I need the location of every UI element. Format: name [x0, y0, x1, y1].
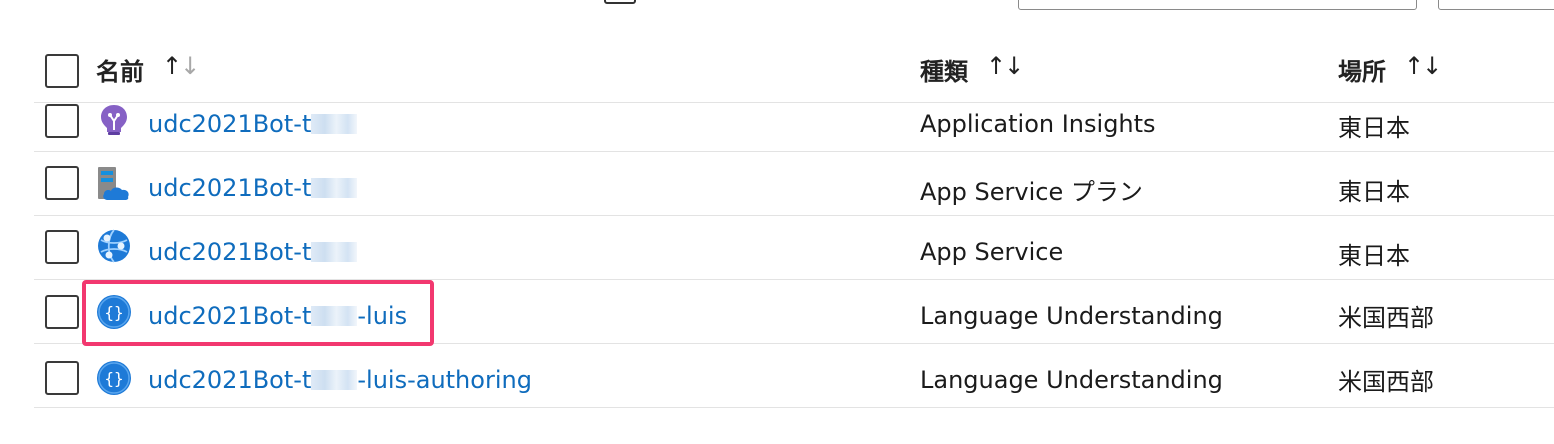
- top-toolbar-checkbox[interactable]: [604, 0, 636, 4]
- sort-type-icon[interactable]: ↑↓: [986, 52, 1024, 80]
- row-checkbox[interactable]: [45, 230, 79, 264]
- resource-type: App Service プラン: [920, 178, 1143, 206]
- lightbulb-icon: [101, 105, 127, 135]
- table-row[interactable]: udc2021Bot-t App Service プラン 東日本: [34, 152, 1554, 216]
- cognitive-services-icon: {}: [97, 361, 131, 395]
- sort-location-icon[interactable]: ↑↓: [1404, 52, 1442, 80]
- resource-name-link[interactable]: udc2021Bot-t: [148, 174, 358, 202]
- row-checkbox[interactable]: [45, 166, 79, 200]
- column-header-name[interactable]: 名前: [96, 52, 144, 87]
- resource-type: Application Insights: [920, 110, 1156, 138]
- row-checkbox[interactable]: [45, 104, 79, 138]
- row-checkbox[interactable]: [45, 295, 79, 329]
- app-service-icon: [98, 229, 130, 263]
- app-service-plan-icon: [98, 167, 129, 200]
- filter-dropdown[interactable]: [1438, 0, 1554, 10]
- column-header-type[interactable]: 種類: [920, 52, 968, 87]
- column-header-location[interactable]: 場所: [1338, 52, 1386, 87]
- table-row[interactable]: {} udc2021Bot-t -luis-authoring Language …: [34, 344, 1554, 408]
- row-checkbox[interactable]: [45, 361, 79, 395]
- resource-location: 東日本: [1338, 242, 1410, 270]
- resource-location: 米国西部: [1338, 304, 1434, 332]
- redacted-text: [311, 370, 358, 390]
- table-row[interactable]: udc2021Bot-t Application Insights 東日本: [34, 88, 1554, 152]
- table-row[interactable]: udc2021Bot-t App Service 東日本: [34, 216, 1554, 280]
- resource-name-link[interactable]: udc2021Bot-t: [148, 238, 358, 266]
- select-all-checkbox[interactable]: [45, 54, 79, 88]
- resource-location: 東日本: [1338, 178, 1410, 206]
- resource-type: Language Understanding: [920, 366, 1223, 394]
- redacted-text: [311, 178, 358, 198]
- resource-list-page: 名前 ↑↓ 種類 ↑↓ 場所 ↑↓ udc2021Bot-t Applicati…: [0, 0, 1554, 444]
- resource-name-link[interactable]: udc2021Bot-t: [148, 110, 358, 138]
- redacted-text: [311, 242, 358, 262]
- redacted-text: [311, 114, 358, 134]
- resource-type: Language Understanding: [920, 302, 1223, 330]
- svg-text:{}: {}: [104, 369, 123, 388]
- resource-type: App Service: [920, 238, 1064, 266]
- filter-input[interactable]: [1018, 0, 1417, 10]
- resource-location: 東日本: [1338, 114, 1410, 142]
- resource-location: 米国西部: [1338, 368, 1434, 396]
- sort-name-icon[interactable]: ↑↓: [162, 52, 200, 80]
- annotation-highlight-box: [82, 280, 434, 346]
- resource-name-link[interactable]: udc2021Bot-t -luis-authoring: [148, 366, 532, 394]
